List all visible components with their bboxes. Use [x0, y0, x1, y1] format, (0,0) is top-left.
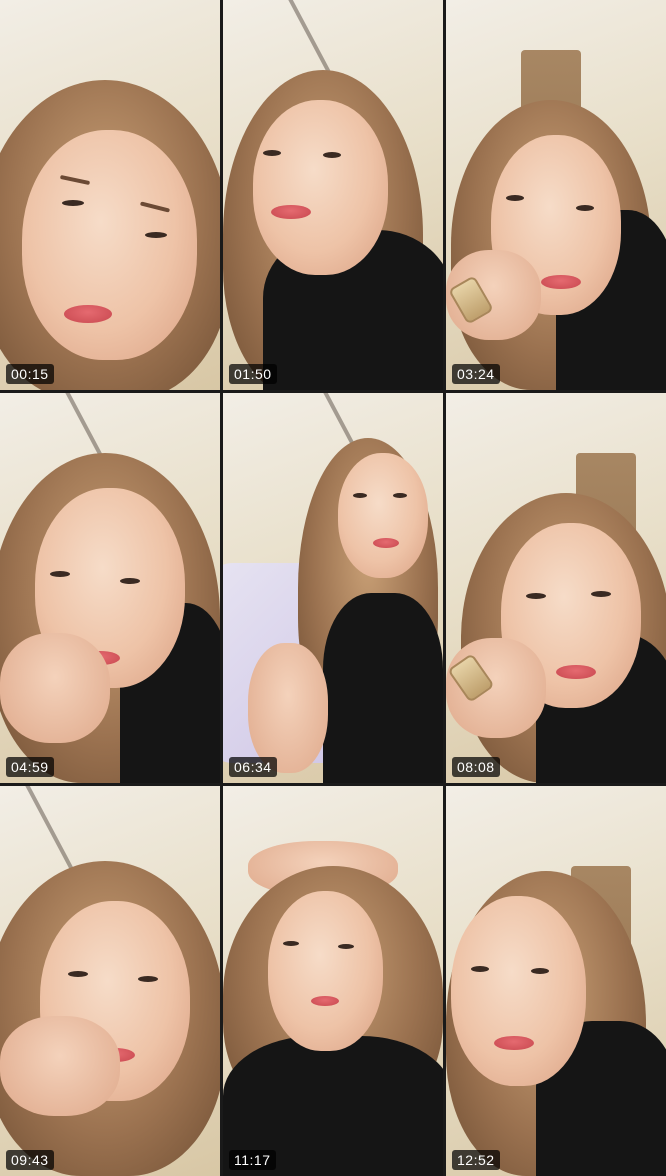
face	[22, 130, 197, 360]
timestamp-badge: 11:17	[229, 1150, 276, 1170]
eye	[138, 976, 158, 982]
face	[253, 100, 388, 275]
eye	[120, 578, 140, 584]
lips	[556, 665, 596, 679]
lips	[64, 305, 112, 323]
video-thumbnail[interactable]: 00:15	[0, 0, 220, 390]
timestamp-badge: 09:43	[6, 1150, 54, 1170]
eye	[68, 971, 88, 977]
eye	[338, 944, 354, 949]
lips	[271, 205, 311, 219]
thumbnail-grid: 00:15 01:50 03:24 04:59 06:34 08:08 09:4…	[0, 0, 666, 1176]
eye	[323, 152, 341, 158]
eye	[283, 941, 299, 946]
eye	[471, 966, 489, 972]
lips	[494, 1036, 534, 1050]
eye	[393, 493, 407, 498]
video-thumbnail[interactable]: 08:08	[446, 393, 666, 783]
video-thumbnail[interactable]: 04:59	[0, 393, 220, 783]
eye	[576, 205, 594, 211]
eye	[62, 200, 84, 206]
face	[268, 891, 383, 1051]
eye	[353, 493, 367, 498]
timestamp-badge: 03:24	[452, 364, 500, 384]
hand	[248, 643, 328, 773]
lips	[373, 538, 399, 548]
timestamp-badge: 00:15	[6, 364, 54, 384]
video-thumbnail[interactable]: 09:43	[0, 786, 220, 1176]
timestamp-badge: 04:59	[6, 757, 54, 777]
face	[338, 453, 428, 578]
eye	[263, 150, 281, 156]
face	[451, 896, 586, 1086]
hand	[0, 1016, 120, 1116]
eye	[145, 232, 167, 238]
lips	[541, 275, 581, 289]
eye	[506, 195, 524, 201]
shirt	[323, 593, 443, 783]
timestamp-badge: 08:08	[452, 757, 500, 777]
timestamp-badge: 12:52	[452, 1150, 500, 1170]
video-thumbnail[interactable]: 03:24	[446, 0, 666, 390]
video-thumbnail[interactable]: 11:17	[223, 786, 443, 1176]
video-thumbnail[interactable]: 06:34	[223, 393, 443, 783]
timestamp-badge: 01:50	[229, 364, 277, 384]
video-thumbnail[interactable]: 01:50	[223, 0, 443, 390]
hand	[0, 633, 110, 743]
lips	[311, 996, 339, 1006]
timestamp-badge: 06:34	[229, 757, 277, 777]
eye	[526, 593, 546, 599]
eye	[531, 968, 549, 974]
eye	[591, 591, 611, 597]
eye	[50, 571, 70, 577]
video-thumbnail[interactable]: 12:52	[446, 786, 666, 1176]
